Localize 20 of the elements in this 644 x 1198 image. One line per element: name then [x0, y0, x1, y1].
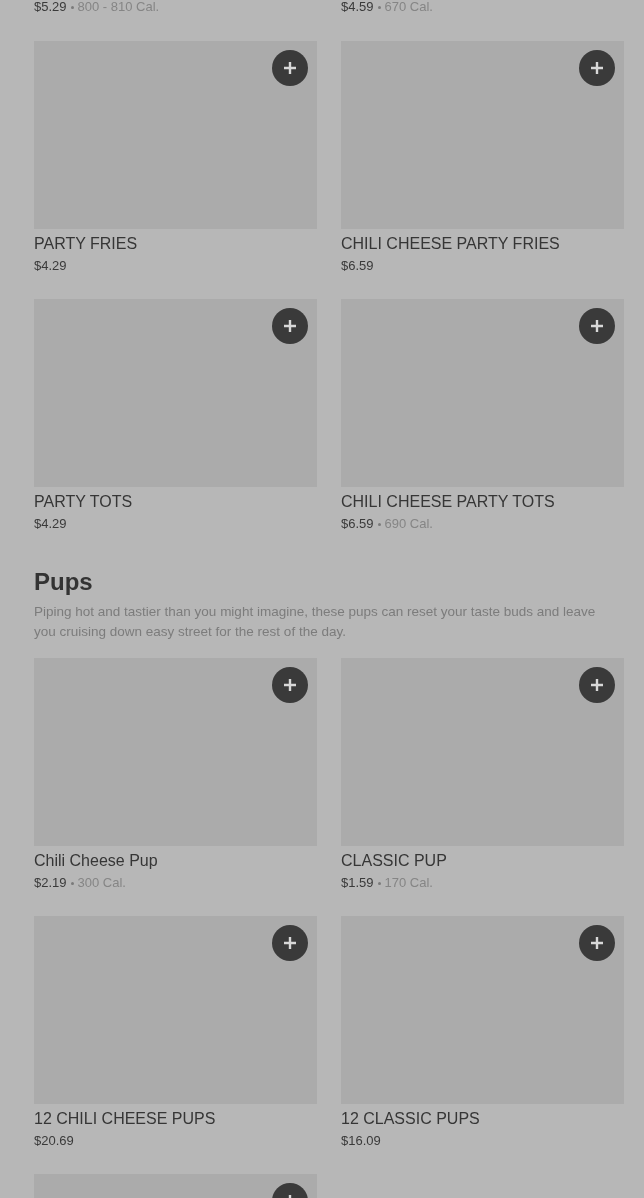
item-price: $4.29 [34, 517, 67, 531]
item-name[interactable]: Chili Cheese Pup [34, 852, 317, 869]
section-description: Piping hot and tastier than you might imagine, these pups can reset your taste buds and leave you cruising down easy street for the rest of the day. [34, 603, 597, 641]
item-name[interactable]: CLASSIC PUP [341, 852, 624, 869]
item-price: $6.59 [341, 517, 374, 531]
item-name[interactable]: 12 CLASSIC PUPS [341, 1110, 624, 1127]
item-price: $6.59 [341, 259, 374, 273]
item-price: $5.29 [34, 0, 67, 14]
item-name[interactable]: 12 CHILI CHEESE PUPS [34, 1110, 317, 1127]
item-name[interactable]: PARTY TOTS [34, 493, 317, 510]
item-price: $2.19 [34, 876, 67, 890]
item-price: $4.29 [34, 259, 67, 273]
item-price: $4.59 [341, 0, 374, 14]
item-name[interactable]: PARTY FRIES [34, 235, 317, 252]
item-price: $20.69 [34, 1134, 74, 1148]
item-price: $16.09 [341, 1134, 381, 1148]
item-price: $1.59 [341, 876, 374, 890]
item-name[interactable]: CHILI CHEESE PARTY FRIES [341, 235, 624, 252]
item-name[interactable]: CHILI CHEESE PARTY TOTS [341, 493, 624, 510]
section-title: Pups [34, 568, 94, 596]
